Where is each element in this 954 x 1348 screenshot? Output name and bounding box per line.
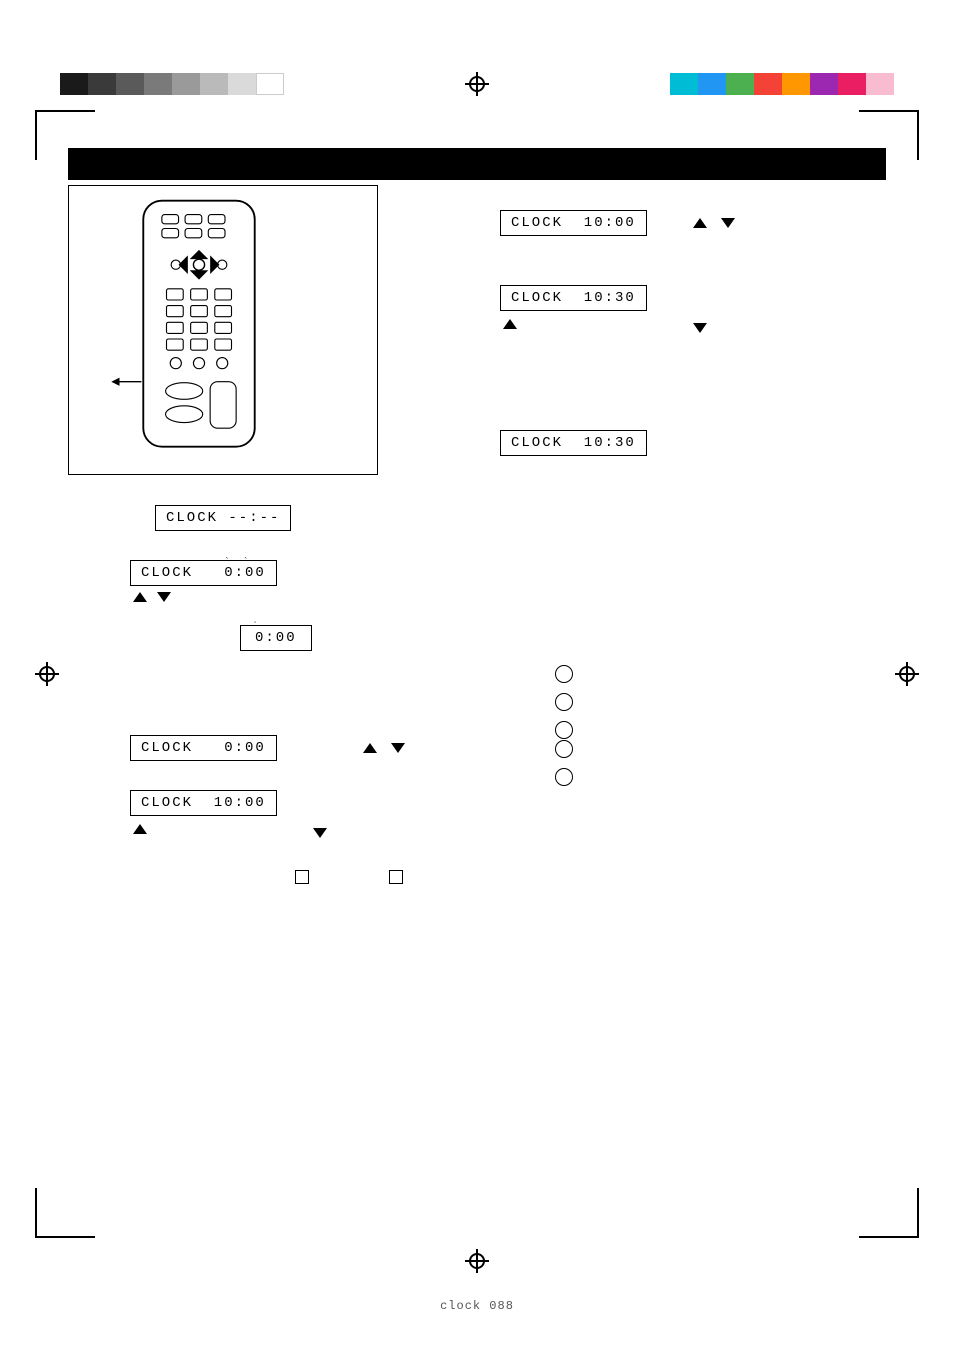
checkbox-2 — [389, 870, 403, 884]
circles-group-2 — [555, 740, 573, 786]
clock-1030-display: CLOCK 10:30 — [500, 285, 647, 311]
bar-gray-1 — [116, 73, 144, 95]
clock-000-2-display: CLOCK 0:00 — [130, 735, 277, 761]
small-000-display: ̇̇̇ 0:00 — [240, 625, 312, 651]
clock-1000-text: CLOCK 10:00 — [511, 215, 636, 231]
bar-purple — [810, 73, 838, 95]
clock-dashes-section: CLOCK --:-- — [155, 505, 291, 531]
bar-orange — [782, 73, 810, 95]
bar-white — [256, 73, 284, 95]
border-left-bottom — [35, 1188, 37, 1238]
clock-1000-2-section: CLOCK 10:00 — [130, 790, 277, 839]
clock-1000-2-display: CLOCK 10:00 — [130, 790, 277, 816]
clock-000-section: CLOCK ` ` 0:00 — [130, 560, 277, 602]
arrow-down-1000[interactable] — [721, 218, 735, 228]
arrow-down-1030[interactable] — [693, 323, 707, 333]
remote-box — [68, 185, 378, 475]
reg-mark-right — [895, 662, 919, 686]
border-right-top — [917, 110, 919, 160]
arrow-down-1[interactable] — [157, 592, 171, 602]
clock-1000-2-text: CLOCK 10:00 — [141, 795, 266, 811]
color-bars-container — [0, 72, 954, 96]
bar-green — [726, 73, 754, 95]
border-left-top — [35, 110, 37, 160]
clock-1030-confirm-text: CLOCK 10:30 — [511, 435, 636, 451]
bar-black-2 — [88, 73, 116, 95]
reg-mark-top — [465, 72, 489, 96]
color-bars-right — [670, 73, 894, 95]
clock-1030-section: CLOCK 10:30 — [500, 285, 647, 334]
arrow-up-1000-2[interactable] — [133, 824, 147, 834]
clock-1000-section: CLOCK 10:00 — [500, 210, 647, 236]
arrows-row-1 — [130, 592, 277, 602]
reg-circle-top — [469, 76, 485, 92]
arrow-down-1000-2-container — [310, 825, 330, 843]
arrow-down-1000-2[interactable] — [313, 828, 327, 838]
border-bottom-right — [859, 1236, 919, 1238]
reg-mark-bottom — [465, 1249, 489, 1273]
bar-pink — [838, 73, 866, 95]
color-bars-left — [60, 73, 284, 95]
circle-3 — [555, 721, 573, 739]
bar-black-1 — [60, 73, 88, 95]
bar-gray-2 — [144, 73, 172, 95]
arrows-1000 — [690, 218, 738, 228]
clock-1030-text: CLOCK 10:30 — [511, 290, 636, 306]
border-top-left — [35, 110, 95, 112]
clock-1030-confirm-display: CLOCK 10:30 — [500, 430, 647, 456]
clock-000-2-text: CLOCK 0:00 — [141, 740, 266, 756]
circle-5 — [555, 768, 573, 786]
clock-000-2-section: CLOCK 0:00 — [130, 735, 277, 761]
clock-dashes-text: CLOCK --:-- — [166, 510, 280, 526]
circles-group-1 — [555, 665, 573, 739]
arrow-down-1030-container — [690, 320, 710, 338]
arrows-000-2 — [360, 743, 408, 753]
arrow-up-1000-2-container — [130, 821, 277, 839]
arrow-up-000-2[interactable] — [363, 743, 377, 753]
bar-light-1 — [200, 73, 228, 95]
bar-light-2 — [228, 73, 256, 95]
clock-000-display: CLOCK ` ` 0:00 — [130, 560, 277, 586]
arrow-up-1000[interactable] — [693, 218, 707, 228]
border-top-right — [859, 110, 919, 112]
clock-1000-display: CLOCK 10:00 — [500, 210, 647, 236]
bar-light-pink — [866, 73, 894, 95]
circle-1 — [555, 665, 573, 683]
header-bar — [68, 148, 886, 180]
checkbox-1 — [295, 870, 309, 884]
circle-4 — [555, 740, 573, 758]
remote-svg — [109, 196, 289, 456]
bar-cyan — [670, 73, 698, 95]
bar-red — [754, 73, 782, 95]
small-000-section: ̇̇̇ 0:00 — [240, 625, 312, 651]
circle-2 — [555, 693, 573, 711]
border-right-bottom — [917, 1188, 919, 1238]
bar-gray-3 — [172, 73, 200, 95]
clock-dashes-display: CLOCK --:-- — [155, 505, 291, 531]
clock-000-text: CLOCK ` ` 0:00 — [141, 565, 266, 581]
border-bottom-left — [35, 1236, 95, 1238]
checkboxes-row — [295, 870, 403, 884]
arrow-up-1030-container — [500, 316, 647, 334]
clock-1030-confirm-section: CLOCK 10:30 — [500, 430, 647, 456]
arrow-up-1[interactable] — [133, 592, 147, 602]
page-label: clock 088 — [440, 1299, 514, 1313]
bar-blue — [698, 73, 726, 95]
reg-mark-left — [35, 662, 59, 686]
small-000-text: ̇̇̇ 0:00 — [255, 630, 297, 646]
arrow-up-1030[interactable] — [503, 319, 517, 329]
arrow-down-000-2[interactable] — [391, 743, 405, 753]
